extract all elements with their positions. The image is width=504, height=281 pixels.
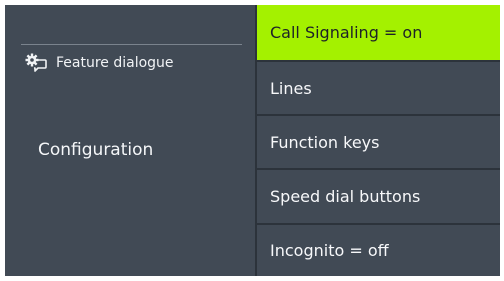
configuration-label: Configuration (38, 140, 154, 160)
phone-display: Feature dialogue Configuration Call Sign… (5, 5, 500, 276)
feature-dialogue-row: Feature dialogue (25, 50, 174, 76)
menu-item-incognito[interactable]: Incognito = off (257, 223, 500, 276)
menu-item-call-signaling[interactable]: Call Signaling = on (257, 5, 500, 60)
gear-speech-icon (25, 53, 49, 75)
left-panel: Feature dialogue Configuration (5, 5, 257, 276)
feature-dialogue-label: Feature dialogue (56, 55, 174, 71)
menu-item-speed-dial-buttons[interactable]: Speed dial buttons (257, 168, 500, 223)
menu-item-function-keys[interactable]: Function keys (257, 114, 500, 168)
divider (21, 44, 242, 45)
settings-menu: Call Signaling = on Lines Function keys … (257, 5, 500, 276)
menu-item-lines[interactable]: Lines (257, 60, 500, 114)
